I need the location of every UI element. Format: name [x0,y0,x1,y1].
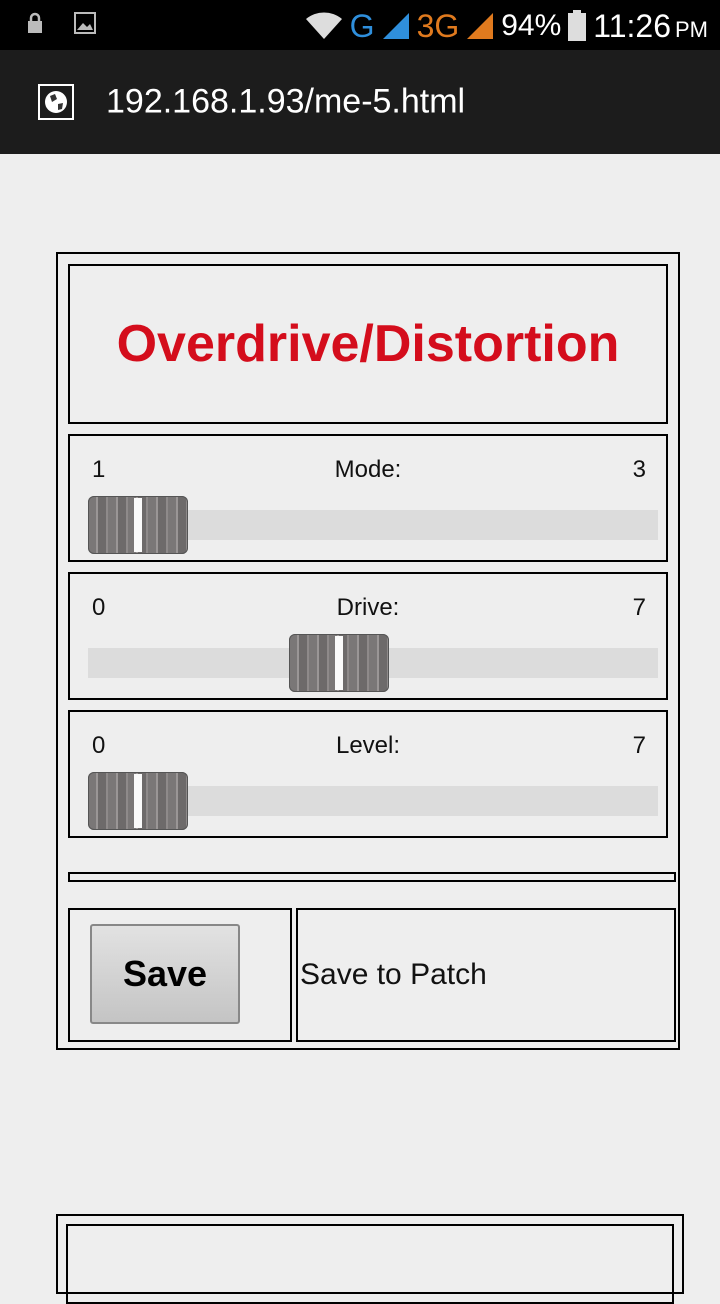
battery-percent: 94% [501,9,562,42]
url-bar[interactable]: 192.168.1.93/me-5.html [0,50,720,154]
battery-icon [568,10,587,41]
level-label: Level: [335,732,401,759]
status-right: G 3G 94% 11:26 PM [304,6,708,46]
save-to-patch-label: Save to Patch [300,958,487,991]
title-box: Overdrive/Distortion [68,264,668,424]
level-slider-box: 0 Level: 7 [68,710,668,838]
clock-ampm: PM [675,16,708,42]
level-slider-track[interactable] [88,772,658,830]
mode-slider-box: 1 Mode: 3 [68,434,668,562]
save-label-cell: Save to Patch [296,908,676,1042]
mode-max: 3 [632,456,646,483]
globe-icon [38,84,74,120]
drive-slider-thumb[interactable] [289,634,389,692]
mode-label: Mode: [334,456,402,483]
clock: 11:26 PM [593,8,708,45]
status-bar: G 3G 94% 11:26 PM [0,0,720,50]
next-effect-panel [56,1214,684,1304]
network-3g-indicator: 3G [416,7,460,44]
divider [68,872,676,882]
clock-time: 11:26 [593,7,671,44]
save-cell: Save [68,908,292,1042]
level-slider-thumb[interactable] [88,772,188,830]
drive-slider-box: 0 Drive: 7 [68,572,668,700]
next-effect-title-box [66,1224,674,1304]
url-text[interactable]: 192.168.1.93/me-5.html [106,83,465,122]
signal-orange-icon [467,13,494,39]
signal-blue-icon [382,13,409,39]
mode-slider-track[interactable] [88,496,658,554]
mode-slider-thumb[interactable] [88,496,188,554]
effect-title: Overdrive/Distortion [116,315,620,373]
effect-panel: Overdrive/Distortion 1 Mode: 3 0 Drive: … [56,252,680,1050]
drive-slider-track[interactable] [88,634,658,692]
save-button[interactable]: Save [90,924,240,1024]
lock-icon [28,12,42,33]
network-g-indicator: G [349,7,375,44]
level-max: 7 [632,732,646,759]
drive-max: 7 [632,594,646,621]
wifi-icon [305,12,342,40]
status-left-icons [26,12,96,34]
image-icon [74,12,96,34]
drive-label: Drive: [336,594,400,621]
